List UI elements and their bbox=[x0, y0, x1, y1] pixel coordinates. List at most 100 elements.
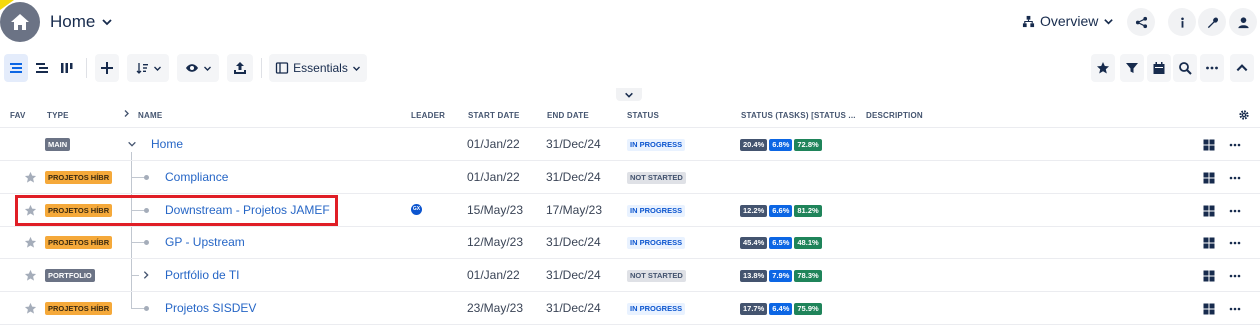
star-icon[interactable] bbox=[24, 302, 37, 315]
tools-button[interactable] bbox=[1198, 8, 1226, 36]
home-button[interactable] bbox=[0, 2, 40, 42]
column-header-end-date[interactable]: END DATE bbox=[547, 111, 589, 120]
status-todo-bar: 13.8% bbox=[740, 270, 768, 282]
end-date: 31/Dec/24 bbox=[546, 301, 601, 315]
view-select[interactable]: Essentials bbox=[269, 54, 367, 82]
type-badge: PROJETOS HÍBR bbox=[45, 171, 113, 184]
star-icon[interactable] bbox=[24, 171, 37, 184]
eye-icon bbox=[185, 64, 198, 72]
row-name-link[interactable]: Projetos SISDEV bbox=[165, 301, 256, 315]
status-tasks-bars: 12.2% 6.6% 81.2% bbox=[740, 205, 822, 217]
visibility-button[interactable] bbox=[177, 54, 219, 82]
highlight-box bbox=[15, 195, 338, 226]
info-button[interactable] bbox=[1168, 8, 1196, 36]
grid-icon[interactable] bbox=[1203, 303, 1215, 315]
end-date: 31/Dec/24 bbox=[546, 170, 601, 184]
column-header-leader[interactable]: LEADER bbox=[411, 111, 445, 120]
home-icon bbox=[11, 14, 29, 30]
status-done-bar: 48.1% bbox=[794, 237, 822, 249]
status-tasks-bars: 20.4% 6.8% 72.8% bbox=[740, 139, 822, 151]
end-date: 31/Dec/24 bbox=[546, 268, 601, 282]
row-name-link[interactable]: GP - Upstream bbox=[165, 235, 245, 249]
favorites-filter-button[interactable] bbox=[1091, 54, 1115, 82]
grid-icon[interactable] bbox=[1203, 205, 1215, 217]
status-progress-bar: 6.5% bbox=[769, 237, 793, 249]
more-icon[interactable] bbox=[1229, 270, 1241, 282]
chevron-down-icon bbox=[625, 92, 633, 98]
status-progress-bar: 7.9% bbox=[769, 270, 793, 282]
status-todo-bar: 20.4% bbox=[740, 139, 768, 151]
board-view-button[interactable] bbox=[56, 54, 78, 82]
filter-icon bbox=[1126, 63, 1138, 73]
gear-icon[interactable] bbox=[1238, 109, 1250, 121]
end-date: 17/May/23 bbox=[546, 203, 603, 217]
overview-view-select[interactable]: Overview bbox=[1022, 13, 1114, 29]
status-badge: IN PROGRESS bbox=[627, 139, 686, 151]
grid-icon[interactable] bbox=[1203, 237, 1215, 249]
calendar-button[interactable] bbox=[1147, 54, 1171, 82]
status-todo-bar: 45.4% bbox=[740, 237, 768, 249]
row-name-link[interactable]: Compliance bbox=[165, 170, 228, 184]
column-header-type[interactable]: TYPE bbox=[47, 111, 69, 120]
status-done-bar: 75.9% bbox=[794, 303, 822, 315]
table-row[interactable]: PORTFOLIO Portfólio de TI 01/Jan/22 31/D… bbox=[0, 259, 1260, 292]
star-icon[interactable] bbox=[24, 236, 37, 249]
more-icon[interactable] bbox=[1229, 303, 1241, 315]
column-header-status[interactable]: STATUS bbox=[627, 111, 659, 120]
row-name-link[interactable]: Portfólio de TI bbox=[165, 268, 239, 282]
status-done-bar: 81.2% bbox=[794, 205, 822, 217]
indent-view-button[interactable] bbox=[31, 54, 53, 82]
grid-icon[interactable] bbox=[1203, 270, 1215, 282]
filter-button[interactable] bbox=[1120, 54, 1144, 82]
table-row[interactable]: PROJETOS HÍBR GP - Upstream 12/May/23 31… bbox=[0, 226, 1260, 259]
table-row[interactable]: PROJETOS HÍBR Projetos SISDEV 23/May/23 … bbox=[0, 292, 1260, 325]
expand-panel-tab[interactable] bbox=[616, 88, 642, 101]
more-options-button[interactable] bbox=[1200, 54, 1224, 82]
chevron-down-icon[interactable] bbox=[127, 139, 137, 149]
column-header-status-tasks[interactable]: STATUS (TASKS) [STATUS ... bbox=[741, 111, 856, 120]
board-icon bbox=[61, 63, 73, 73]
add-button[interactable] bbox=[95, 54, 119, 82]
search-button[interactable] bbox=[1173, 54, 1197, 82]
type-badge: MAIN bbox=[45, 138, 71, 151]
page-title[interactable]: Home bbox=[50, 12, 113, 32]
row-name-link[interactable]: Home bbox=[151, 137, 183, 151]
collapse-toolbar-button[interactable] bbox=[1230, 54, 1254, 82]
column-header-start-date[interactable]: START DATE bbox=[468, 111, 519, 120]
grid-icon[interactable] bbox=[1203, 172, 1215, 184]
list-view-button[interactable] bbox=[4, 54, 28, 82]
share-icon bbox=[1135, 16, 1147, 28]
leader-avatar[interactable]: GX bbox=[411, 204, 422, 215]
column-header-name[interactable]: NAME bbox=[138, 111, 162, 120]
share-button[interactable] bbox=[1127, 8, 1155, 36]
star-icon[interactable] bbox=[24, 269, 37, 282]
start-date: 15/May/23 bbox=[467, 203, 524, 217]
status-badge: IN PROGRESS bbox=[627, 237, 686, 249]
info-icon bbox=[1180, 16, 1184, 28]
export-button[interactable] bbox=[227, 54, 253, 82]
table-row[interactable]: PROJETOS HÍBR Compliance 01/Jan/22 31/De… bbox=[0, 161, 1260, 194]
wrench-icon bbox=[1207, 17, 1218, 28]
more-icon[interactable] bbox=[1229, 139, 1241, 151]
table-header: FAV TYPE NAME LEADER START DATE END DATE… bbox=[0, 104, 1260, 128]
status-badge: IN PROGRESS bbox=[627, 303, 686, 315]
chevron-down-icon bbox=[153, 66, 161, 71]
chevron-right-icon[interactable] bbox=[122, 109, 131, 118]
user-icon bbox=[1237, 16, 1249, 28]
start-date: 01/Jan/22 bbox=[467, 268, 520, 282]
more-icon[interactable] bbox=[1229, 237, 1241, 249]
end-date: 31/Dec/24 bbox=[546, 235, 601, 249]
chevron-right-icon[interactable] bbox=[141, 270, 151, 280]
type-badge: PORTFOLIO bbox=[45, 269, 95, 282]
chevron-down-icon bbox=[352, 66, 360, 71]
table-row[interactable]: MAIN Home 01/Jan/22 31/Dec/24 IN PROGRES… bbox=[0, 128, 1260, 161]
status-badge: NOT STARTED bbox=[627, 172, 686, 184]
grid-icon[interactable] bbox=[1203, 139, 1215, 151]
indent-list-icon bbox=[36, 63, 48, 73]
sort-button[interactable] bbox=[127, 54, 169, 82]
more-icon[interactable] bbox=[1229, 205, 1241, 217]
user-button[interactable] bbox=[1229, 8, 1257, 36]
column-header-fav[interactable]: FAV bbox=[10, 111, 26, 120]
more-icon[interactable] bbox=[1229, 172, 1241, 184]
column-header-description[interactable]: DESCRIPTION bbox=[866, 111, 923, 120]
